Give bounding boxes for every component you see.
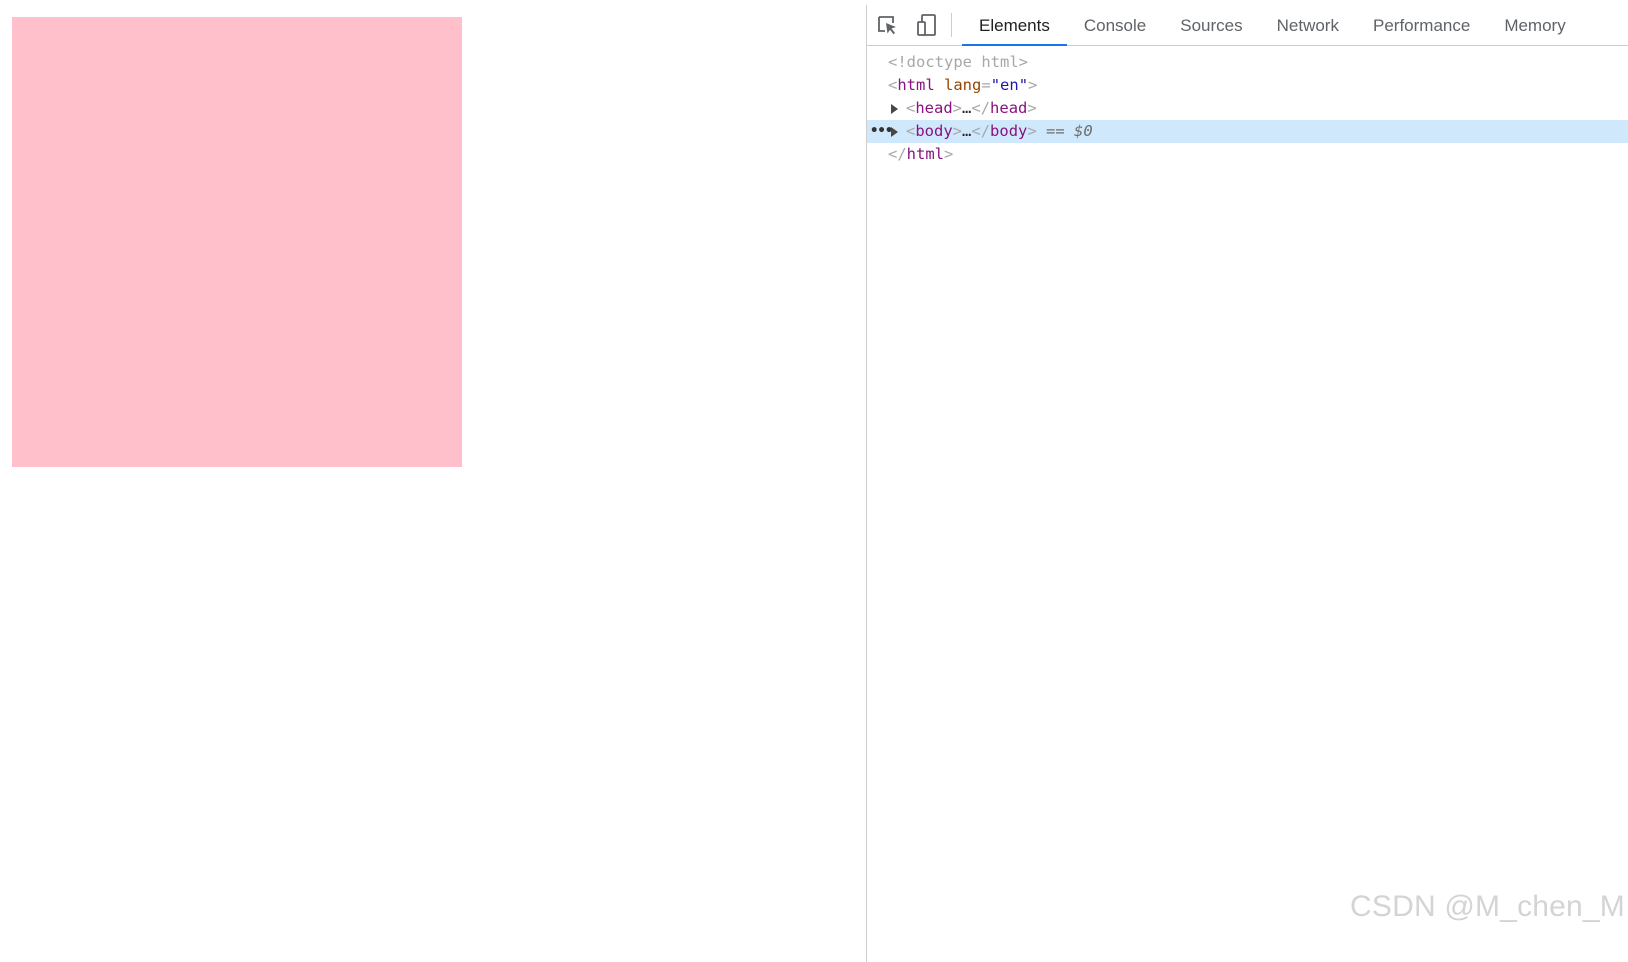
console-ref: == $0 bbox=[1046, 122, 1093, 140]
head-close-tag: head bbox=[990, 99, 1028, 117]
expand-triangle-icon[interactable] bbox=[891, 104, 898, 114]
head-ellipsis[interactable]: … bbox=[962, 99, 971, 117]
dom-tree: <!doctype html> <html lang="en"> <head>…… bbox=[867, 51, 1628, 166]
pink-box bbox=[12, 17, 462, 467]
tab-elements[interactable]: Elements bbox=[962, 5, 1067, 46]
toolbar-separator bbox=[951, 13, 952, 37]
tab-performance[interactable]: Performance bbox=[1356, 5, 1487, 45]
html-lang-attr: lang bbox=[944, 76, 982, 94]
tab-console[interactable]: Console bbox=[1067, 5, 1163, 45]
body-close-tag: body bbox=[990, 122, 1028, 140]
tab-network[interactable]: Network bbox=[1260, 5, 1356, 45]
body-ellipsis[interactable]: … bbox=[962, 122, 971, 140]
doctype-text: <!doctype html> bbox=[888, 53, 1028, 71]
tab-memory[interactable]: Memory bbox=[1487, 5, 1582, 45]
dom-html-close[interactable]: </html> bbox=[867, 143, 1628, 166]
devtools-panel: Elements Console Sources Network Perform… bbox=[866, 5, 1628, 962]
body-tag: body bbox=[915, 122, 953, 140]
page-viewport bbox=[0, 0, 834, 962]
expand-triangle-icon[interactable] bbox=[891, 127, 898, 137]
dom-head[interactable]: <head>…</head> bbox=[867, 97, 1628, 120]
dom-doctype[interactable]: <!doctype html> bbox=[867, 51, 1628, 74]
tab-sources[interactable]: Sources bbox=[1163, 5, 1259, 45]
device-toolbar-icon[interactable] bbox=[907, 5, 947, 45]
html-lang-value: en bbox=[1000, 76, 1019, 94]
html-close-tag: html bbox=[906, 145, 944, 163]
watermark: CSDN @M_chen_M bbox=[1350, 890, 1625, 923]
inspect-element-icon[interactable] bbox=[867, 5, 907, 45]
html-tag: html bbox=[897, 76, 935, 94]
dom-html-open[interactable]: <html lang="en"> bbox=[867, 74, 1628, 97]
node-menu-dots-icon[interactable]: ••• bbox=[870, 120, 893, 143]
devtools-toolbar: Elements Console Sources Network Perform… bbox=[867, 5, 1628, 46]
dom-body-selected[interactable]: ••• <body>…</body> == $0 bbox=[867, 120, 1628, 143]
head-tag: head bbox=[915, 99, 953, 117]
